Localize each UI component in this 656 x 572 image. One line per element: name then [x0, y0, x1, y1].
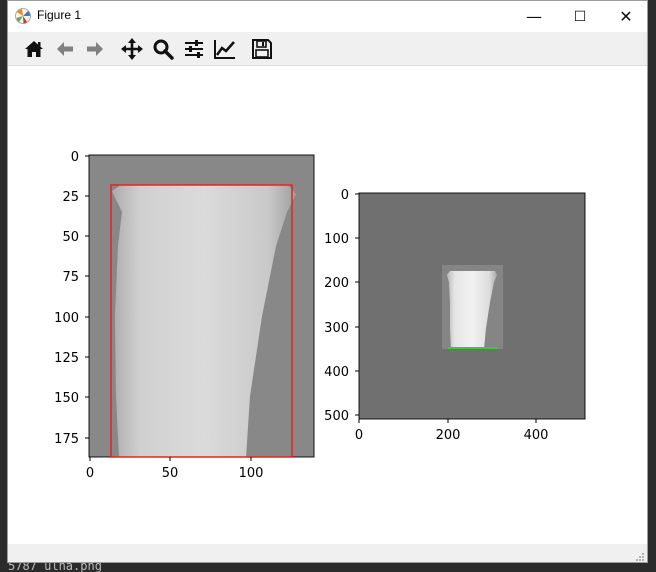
left-ytick-label: 100 [54, 311, 79, 326]
right-ytick-label: 0 [341, 188, 349, 203]
right-xtick-label: 0 [355, 428, 363, 443]
right-ytick-label: 400 [324, 365, 349, 380]
window-title: Figure 1 [37, 8, 82, 22]
left-xtick-label: 100 [239, 466, 264, 481]
right-ytick-label: 500 [324, 409, 349, 424]
zoom-icon [153, 39, 174, 60]
forward-button[interactable] [81, 35, 109, 63]
back-button[interactable] [51, 35, 79, 63]
left-axes: 0 50 100 0 25 50 75 100 125 150 175 [54, 150, 315, 481]
left-ytick-label: 25 [62, 190, 79, 205]
left-ytick-label: 75 [62, 270, 79, 285]
resize-grip-icon[interactable] [635, 552, 645, 562]
right-xtick-label: 200 [436, 428, 461, 443]
right-inset-image [442, 265, 503, 349]
close-button[interactable]: ✕ [603, 1, 647, 32]
edit-curve-icon [214, 40, 235, 59]
save-button[interactable] [248, 35, 276, 63]
maximize-button[interactable]: ☐ [557, 1, 603, 32]
right-axes: 0 200 400 0 100 200 300 400 500 [324, 188, 586, 443]
left-ytick-label: 175 [54, 432, 79, 447]
edit-axis-button[interactable] [211, 35, 239, 63]
home-button[interactable] [20, 35, 48, 63]
right-y-ticks: 0 100 200 300 400 500 [324, 188, 359, 424]
right-xtick-label: 400 [524, 428, 549, 443]
back-arrow-icon [57, 42, 73, 56]
save-icon [252, 39, 272, 59]
right-ytick-label: 200 [324, 276, 349, 291]
configure-subplots-button[interactable] [180, 35, 208, 63]
matplotlib-app-icon [15, 8, 31, 24]
figure-canvas[interactable]: 0 50 100 0 25 50 75 100 125 150 175 0 20… [8, 66, 647, 544]
left-ytick-label: 50 [62, 230, 79, 245]
left-y-ticks: 0 25 50 75 100 125 150 175 [54, 150, 89, 447]
pan-icon [121, 38, 143, 60]
pan-button[interactable] [118, 35, 146, 63]
minimize-button[interactable]: — [511, 1, 557, 32]
home-icon [25, 41, 43, 57]
navigation-toolbar [8, 32, 647, 66]
left-xray-image [89, 155, 314, 457]
left-ytick-label: 150 [54, 391, 79, 406]
right-ytick-label: 100 [324, 232, 349, 247]
subplots-icon [185, 40, 203, 58]
right-x-ticks: 0 200 400 [355, 419, 549, 443]
left-xtick-label: 50 [162, 466, 179, 481]
left-xtick-label: 0 [86, 466, 94, 481]
left-x-ticks: 0 50 100 [86, 457, 264, 481]
forward-arrow-icon [87, 42, 103, 56]
left-ytick-label: 125 [54, 351, 79, 366]
right-ytick-label: 300 [324, 321, 349, 336]
status-bar [8, 544, 647, 562]
left-ytick-label: 0 [71, 150, 79, 165]
zoom-button[interactable] [149, 35, 177, 63]
title-bar[interactable]: Figure 1 — ☐ ✕ [8, 1, 647, 32]
figure-window: Figure 1 — ☐ ✕ 0 50 100 0 25 50 75 100 1… [7, 0, 648, 563]
